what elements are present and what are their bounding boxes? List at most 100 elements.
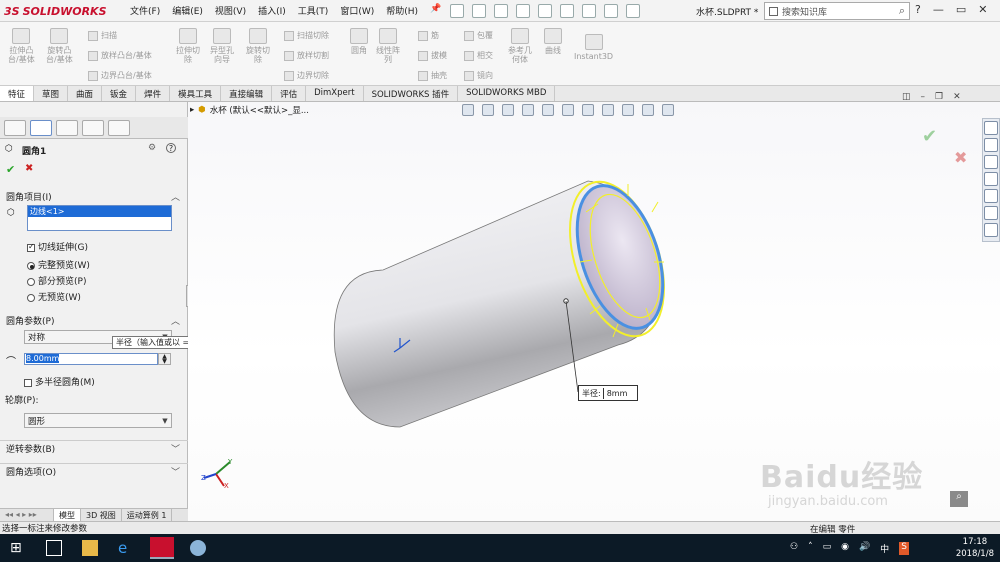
panel-help-button[interactable]: ? (166, 143, 176, 153)
doc-close-icon[interactable]: ✕ (953, 92, 961, 102)
partial-preview-radio[interactable]: 部分预览(P) (27, 274, 86, 287)
save-icon[interactable] (494, 4, 508, 18)
radius-callout[interactable]: 半径: 8mm (578, 385, 638, 401)
multi-radius-checkbox[interactable]: 多半径圆角(M) (24, 375, 95, 388)
arrow-up-icon[interactable]: ˄ (808, 542, 813, 555)
shell-button[interactable]: 抽壳 (418, 70, 447, 81)
tab-5[interactable]: 模具工具 (170, 86, 222, 101)
wrap-button[interactable]: 包覆 (464, 30, 493, 41)
details-icon[interactable]: ⚙ (148, 143, 156, 153)
boundary-boss-button[interactable]: 边界凸台/基体 (88, 70, 152, 81)
volume-icon[interactable]: 🔊 (859, 542, 870, 555)
ime-indicator[interactable]: 中 (880, 542, 889, 555)
instant3d-button[interactable]: Instant3D (574, 34, 613, 61)
selected-edge-item[interactable]: 边线<1> (28, 206, 171, 217)
tab-2[interactable]: 曲面 (68, 86, 103, 101)
tab-9[interactable]: SOLIDWORKS 插件 (364, 86, 459, 101)
menu-insert[interactable]: 插入(I) (258, 4, 286, 17)
people-icon[interactable]: ⚇ (790, 542, 798, 555)
revolve-cut-button[interactable]: 旋转切 除 (246, 28, 270, 64)
display-manager-icon[interactable] (108, 120, 130, 136)
ok-button[interactable]: ✔ (6, 163, 15, 176)
draft-button[interactable]: 拔模 (418, 50, 447, 61)
bottom-tab-1[interactable]: 3D 视图 (81, 509, 122, 521)
fillet-options-section[interactable]: 圆角选项(O) ﹀ (0, 463, 188, 478)
tab-10[interactable]: SOLIDWORKS MBD (458, 86, 556, 101)
file-explorer-taskbar-icon[interactable] (82, 540, 98, 556)
solidworks-taskbar-icon[interactable] (150, 537, 174, 559)
intersect-button[interactable]: 相交 (464, 50, 493, 61)
options-gear-icon[interactable] (626, 4, 640, 18)
open-folder-icon[interactable] (472, 4, 486, 18)
doc-restore-icon[interactable]: ❐ (935, 92, 943, 102)
menu-edit[interactable]: 编辑(E) (172, 4, 203, 17)
network-icon[interactable]: ◉ (841, 542, 849, 555)
restore-button[interactable]: ▭ (956, 3, 966, 16)
bottom-tab-0[interactable]: 模型 (54, 509, 81, 521)
loft-boss-button[interactable]: 放样凸台/基体 (88, 50, 152, 61)
rebuild-icon[interactable] (582, 4, 596, 18)
extrude-boss-button[interactable]: 拉伸凸 台/基体 (8, 28, 35, 64)
pin-icon[interactable]: 📌 (430, 4, 441, 17)
doc-minimize-icon[interactable]: – (921, 92, 926, 102)
fillet-items-section[interactable]: 圆角项目(I) ︿ (0, 190, 188, 204)
tab-3[interactable]: 钣金 (102, 86, 137, 101)
configuration-manager-icon[interactable] (56, 120, 78, 136)
cancel-button[interactable]: ✖ (25, 163, 33, 174)
tab-6[interactable]: 直接编辑 (221, 86, 273, 101)
menu-window[interactable]: 窗口(W) (340, 4, 374, 17)
sweep-button[interactable]: 扫描 (88, 30, 117, 41)
linear-pattern-button[interactable]: 线性阵 列 (376, 28, 400, 64)
property-manager-icon[interactable] (30, 120, 52, 136)
full-preview-radio[interactable]: 完整预览(W) (27, 258, 90, 271)
help-button[interactable]: ? (915, 3, 921, 16)
feature-manager-icon[interactable] (4, 120, 26, 136)
tile-icon[interactable]: ◫ (902, 92, 911, 102)
fillet-parameters-section[interactable]: 圆角参数(P) ︿ (0, 314, 188, 328)
app-taskbar-icon[interactable] (190, 540, 206, 556)
tangent-propagation-checkbox[interactable]: 切线延伸(G) (27, 240, 88, 253)
tab-7[interactable]: 评估 (272, 86, 307, 101)
loft-cut-button[interactable]: 放样切割 (284, 50, 329, 61)
revolve-boss-button[interactable]: 旋转凸 台/基体 (46, 28, 73, 64)
sogou-icon[interactable]: S (899, 542, 909, 555)
rib-button[interactable]: 筋 (418, 30, 439, 41)
undo-icon[interactable] (538, 4, 552, 18)
search-icon[interactable]: ⌕ (899, 4, 905, 18)
setback-parameters-section[interactable]: 逆转参数(B) ﹀ (0, 440, 188, 455)
menu-file[interactable]: 文件(F) (130, 4, 160, 17)
edge-browser-icon[interactable]: e (118, 540, 134, 556)
minimize-button[interactable]: — (933, 3, 944, 16)
bottom-tab-2[interactable]: 运动算例 1 (122, 509, 173, 521)
tab-scroll-arrows[interactable]: ◂◂ ◂ ▸ ▸▸ (0, 509, 54, 521)
print-icon[interactable] (516, 4, 530, 18)
reference-geometry-button[interactable]: 参考几 何体 (508, 28, 532, 64)
tab-0[interactable]: 特征 (0, 86, 35, 101)
profile-select[interactable]: 圆形 ▼ (24, 413, 172, 428)
sweep-cut-button[interactable]: 扫描切除 (284, 30, 329, 41)
battery-icon[interactable]: ▭ (823, 542, 832, 555)
search-field[interactable]: 搜索知识库 ⌕ (764, 2, 910, 20)
dimxpert-manager-icon[interactable] (82, 120, 104, 136)
no-preview-radio[interactable]: 无预览(W) (27, 290, 81, 303)
tab-8[interactable]: DimXpert (306, 86, 364, 101)
close-button[interactable]: ✕ (978, 3, 987, 16)
new-document-icon[interactable] (450, 4, 464, 18)
menu-tools[interactable]: 工具(T) (298, 4, 329, 17)
task-view-icon[interactable] (46, 540, 62, 556)
windows-start-icon[interactable]: ⊞ (10, 540, 26, 556)
radius-spinner[interactable]: ▲ ▼ (158, 353, 171, 365)
radius-input[interactable]: 8.00mm (24, 353, 158, 365)
hole-wizard-button[interactable]: 异型孔 向导 (210, 28, 234, 64)
mirror-button[interactable]: 镜向 (464, 70, 493, 81)
file-properties-icon[interactable] (604, 4, 618, 18)
boundary-cut-button[interactable]: 边界切除 (284, 70, 329, 81)
select-arrow-icon[interactable] (560, 4, 574, 18)
clock[interactable]: 17:18 2018/1/8 (956, 536, 994, 560)
tab-1[interactable]: 草图 (34, 86, 69, 101)
fillet-button[interactable]: 圆角 (350, 28, 368, 55)
menu-help[interactable]: 帮助(H) (386, 4, 418, 17)
curves-button[interactable]: 曲线 (544, 28, 562, 55)
tab-4[interactable]: 焊件 (136, 86, 171, 101)
menu-view[interactable]: 视图(V) (215, 4, 246, 17)
